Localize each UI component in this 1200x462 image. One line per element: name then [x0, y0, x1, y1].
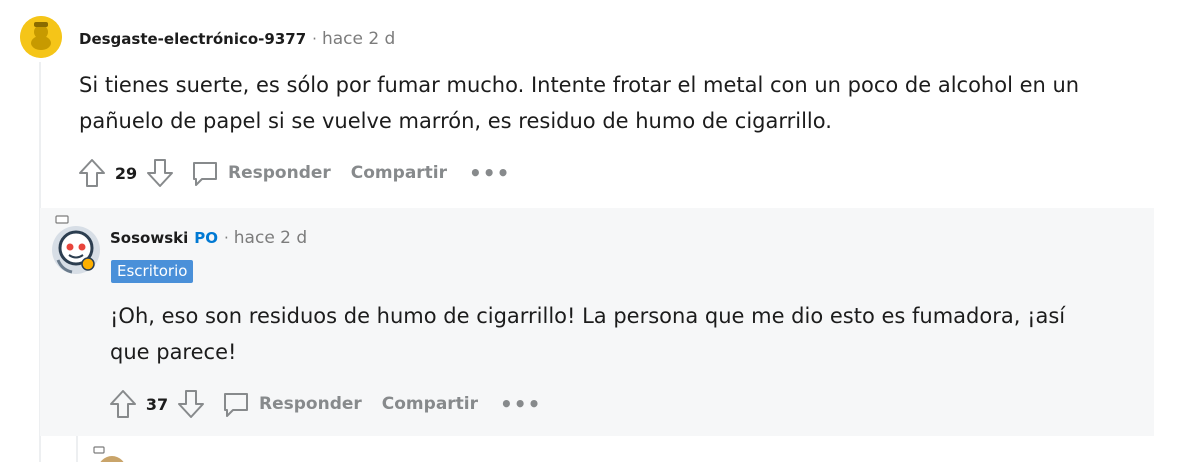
comment-meta: Desgaste-electrónico-9377 · hace 2 d [79, 29, 395, 49]
snoo-avatar-astronaut-icon [52, 215, 100, 274]
comment-body-line: Si tienes suerte, es sólo por fumar much… [79, 73, 1080, 97]
avatar[interactable] [20, 16, 62, 58]
reply-label: Responder [259, 394, 362, 414]
comment-body-line: pañuelo de papel si se vuelve marrón, es… [79, 109, 832, 133]
downvote-button[interactable] [144, 155, 176, 191]
reply-button[interactable]: Responder [221, 389, 362, 419]
separator-dot: · [312, 30, 317, 48]
avatar[interactable] [92, 444, 126, 462]
upvote-arrow-icon [110, 390, 136, 418]
comment-actions: 29 Responder Compartir ••• [76, 155, 510, 191]
username[interactable]: Desgaste-electrónico-9377 [79, 30, 306, 48]
comment-body: ¡Oh, eso son residuos de humo de cigarri… [110, 298, 1065, 370]
upvote-button[interactable] [107, 386, 139, 422]
comment-meta: Sosowski PO · hace 2 d [110, 228, 307, 248]
snoo-avatar-partial-icon [93, 446, 124, 462]
upvote-button[interactable] [76, 155, 108, 191]
downvote-arrow-icon [178, 390, 204, 418]
separator-dot: · [224, 229, 229, 247]
reply-label: Responder [228, 163, 331, 183]
timestamp[interactable]: hace 2 d [322, 29, 395, 49]
timestamp[interactable]: hace 2 d [234, 228, 307, 248]
avatar[interactable] [50, 214, 102, 276]
more-options-button[interactable]: ••• [500, 394, 541, 414]
comment-body-line: ¡Oh, eso son residuos de humo de cigarri… [110, 304, 1066, 328]
op-badge: PO [194, 229, 218, 247]
more-options-button[interactable]: ••• [469, 163, 510, 183]
comment-bubble-icon [224, 393, 248, 417]
downvote-button[interactable] [175, 386, 207, 422]
downvote-arrow-icon [147, 159, 173, 187]
share-button[interactable]: Compartir [351, 163, 447, 183]
comment-actions: 37 Responder Compartir ••• [107, 386, 541, 422]
thread-line-reply[interactable] [76, 436, 78, 462]
username[interactable]: Sosowski [110, 229, 188, 247]
comment-bubble-icon [193, 162, 217, 186]
comment-body: Si tienes suerte, es sólo por fumar much… [79, 67, 1079, 139]
upvote-arrow-icon [79, 159, 105, 187]
reply-button[interactable]: Responder [190, 158, 331, 188]
snoo-avatar-yellow-icon [20, 16, 62, 58]
comment-body-line: que parece! [110, 340, 237, 364]
vote-score: 29 [114, 163, 138, 183]
vote-score: 37 [145, 394, 169, 414]
user-flair: Escritorio [111, 260, 194, 283]
share-button[interactable]: Compartir [382, 394, 478, 414]
